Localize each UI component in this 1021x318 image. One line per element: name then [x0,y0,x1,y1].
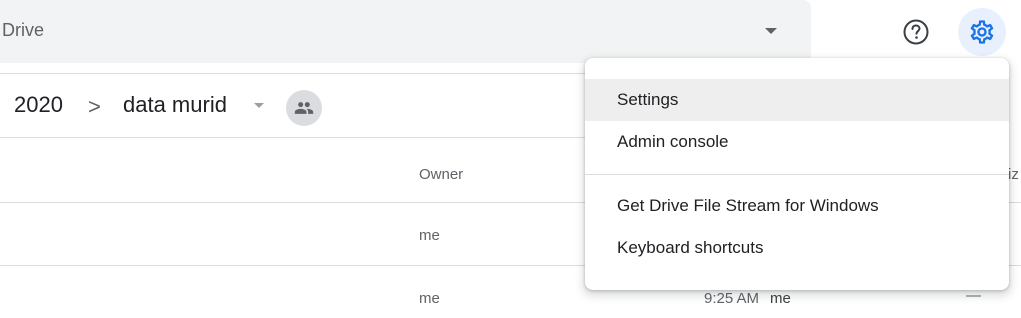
help-circle-icon [903,19,929,45]
menu-item-settings[interactable]: Settings [585,79,1009,121]
menu-divider [585,174,1009,175]
gear-icon [970,20,994,44]
owner-cell: me [419,227,440,244]
column-header-size[interactable]: iz [1008,166,1019,183]
breadcrumb-item-data-murid[interactable]: data murid [123,92,227,118]
settings-menu: Settings Admin console Get Drive File St… [585,58,1009,290]
menu-item-admin-console[interactable]: Admin console [585,121,1009,163]
modified-by-cell: me [770,290,791,307]
menu-item-drive-file-stream[interactable]: Get Drive File Stream for Windows [585,185,1009,227]
menu-item-keyboard-shortcuts[interactable]: Keyboard shortcuts [585,227,1009,269]
help-button[interactable] [892,8,940,56]
shared-folder-badge[interactable] [286,90,322,126]
people-icon [294,102,314,114]
last-modified-cell: 9:25 AM [704,290,760,307]
toolbar-divider [0,137,600,138]
breadcrumb-separator-icon: > [88,94,101,119]
breadcrumb-item-2020[interactable]: 2020 [14,92,63,118]
search-options-caret-icon[interactable] [765,28,777,34]
settings-button[interactable] [958,8,1006,56]
folder-menu-caret-icon[interactable] [254,103,264,108]
search-bar[interactable]: Drive [0,0,811,63]
column-header-owner[interactable]: Owner [419,166,463,183]
owner-cell: me [419,290,440,307]
header-divider [0,73,600,74]
search-input[interactable]: Drive [2,20,44,41]
